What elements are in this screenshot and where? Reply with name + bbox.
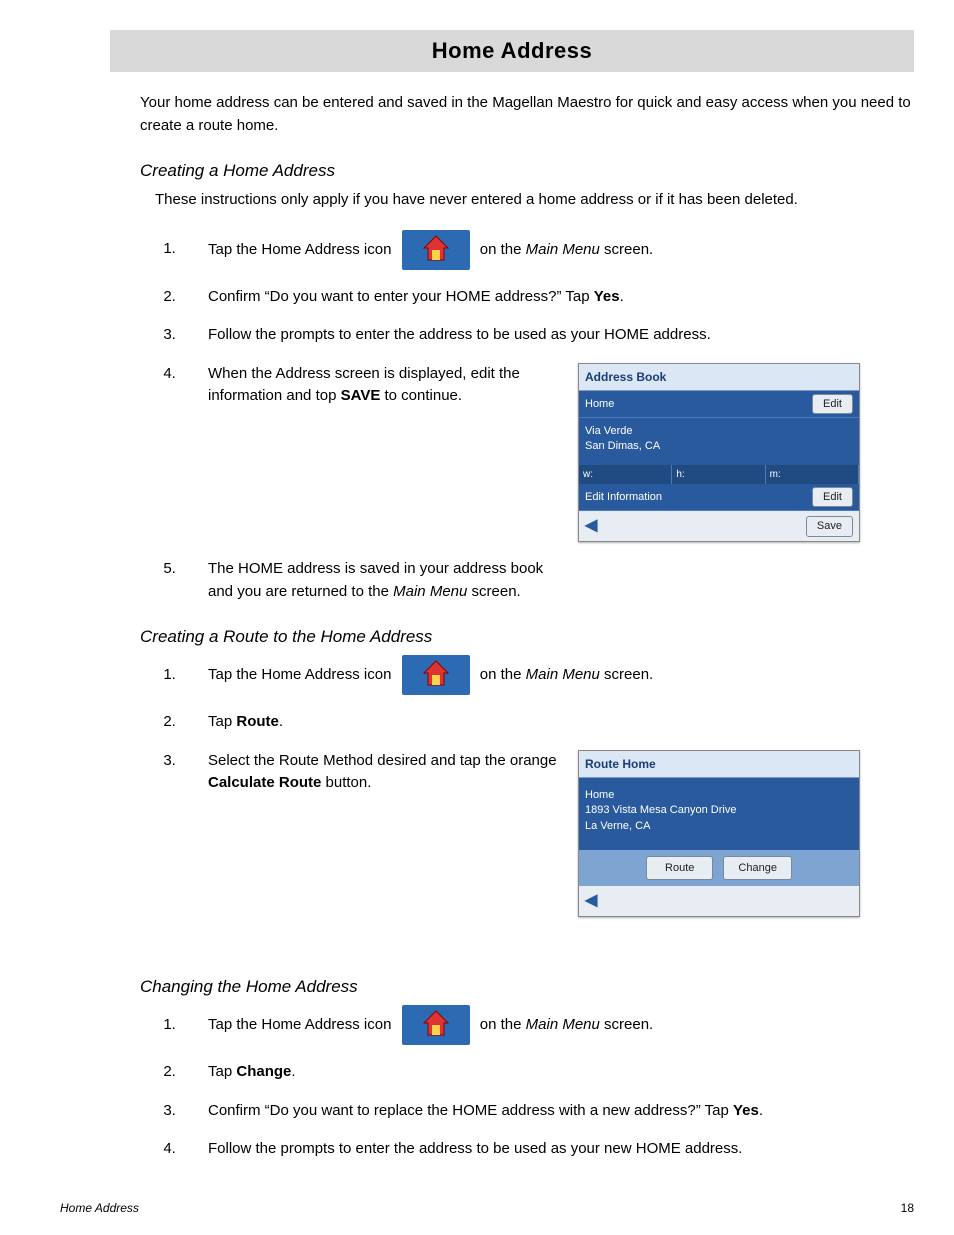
heading-creating: Creating a Home Address xyxy=(140,161,914,181)
address-book-screenshot: Address Book Home Edit Via Verde San Dim… xyxy=(578,363,860,543)
list-item: Select the Route Method desired and tap … xyxy=(180,750,914,918)
intro-text: Your home address can be entered and sav… xyxy=(140,92,914,137)
back-icon[interactable]: ◀ xyxy=(585,514,597,538)
list-item: Tap the Home Address icon on the Main Me… xyxy=(180,230,914,270)
route-button[interactable]: Route xyxy=(646,856,713,881)
device-address-line: Via Verde xyxy=(585,424,853,439)
home-address-icon xyxy=(402,1005,470,1045)
creating-note: These instructions only apply if you hav… xyxy=(155,189,914,212)
device-address-line: La Verne, CA xyxy=(585,819,853,834)
list-item: When the Address screen is displayed, ed… xyxy=(180,363,914,543)
device-address-line: San Dimas, CA xyxy=(585,439,853,454)
changing-steps: Tap the Home Address icon on the Main Me… xyxy=(180,1005,914,1161)
edit-button[interactable]: Edit xyxy=(812,394,853,415)
device-home-label: Home xyxy=(585,396,614,413)
page-number: 18 xyxy=(901,1201,914,1215)
list-item: Tap the Home Address icon on the Main Me… xyxy=(180,655,914,695)
list-item: Confirm “Do you want to enter your HOME … xyxy=(180,286,914,309)
edit-button[interactable]: Edit xyxy=(812,487,853,508)
footer-title: Home Address xyxy=(60,1201,139,1215)
phone-mobile: m: xyxy=(766,465,859,484)
device-header: Address Book xyxy=(579,364,859,391)
back-icon[interactable]: ◀ xyxy=(585,889,597,913)
page-title: Home Address xyxy=(110,30,914,72)
routing-steps: Tap the Home Address icon on the Main Me… xyxy=(180,655,914,917)
heading-routing: Creating a Route to the Home Address xyxy=(140,627,914,647)
change-button[interactable]: Change xyxy=(723,856,792,881)
list-item: Confirm “Do you want to replace the HOME… xyxy=(180,1100,914,1123)
home-address-icon xyxy=(402,230,470,270)
save-button[interactable]: Save xyxy=(806,516,853,537)
phone-home: h: xyxy=(672,465,765,484)
list-item: Tap Route. xyxy=(180,711,914,734)
list-item: Tap Change. xyxy=(180,1061,914,1084)
list-item: Follow the prompts to enter the address … xyxy=(180,1138,914,1161)
heading-changing: Changing the Home Address xyxy=(140,977,914,997)
device-home-label: Home xyxy=(585,788,853,803)
edit-info-label: Edit Information xyxy=(585,489,662,506)
device-header: Route Home xyxy=(579,751,859,778)
creating-steps: Tap the Home Address icon on the Main Me… xyxy=(180,230,914,604)
list-item: Tap the Home Address icon on the Main Me… xyxy=(180,1005,914,1045)
list-item: Follow the prompts to enter the address … xyxy=(180,324,914,347)
device-address-line: 1893 Vista Mesa Canyon Drive xyxy=(585,803,853,818)
phone-work: w: xyxy=(579,465,672,484)
route-home-screenshot: Route Home Home 1893 Vista Mesa Canyon D… xyxy=(578,750,860,918)
list-item: The HOME address is saved in your addres… xyxy=(180,558,914,603)
home-address-icon xyxy=(402,655,470,695)
